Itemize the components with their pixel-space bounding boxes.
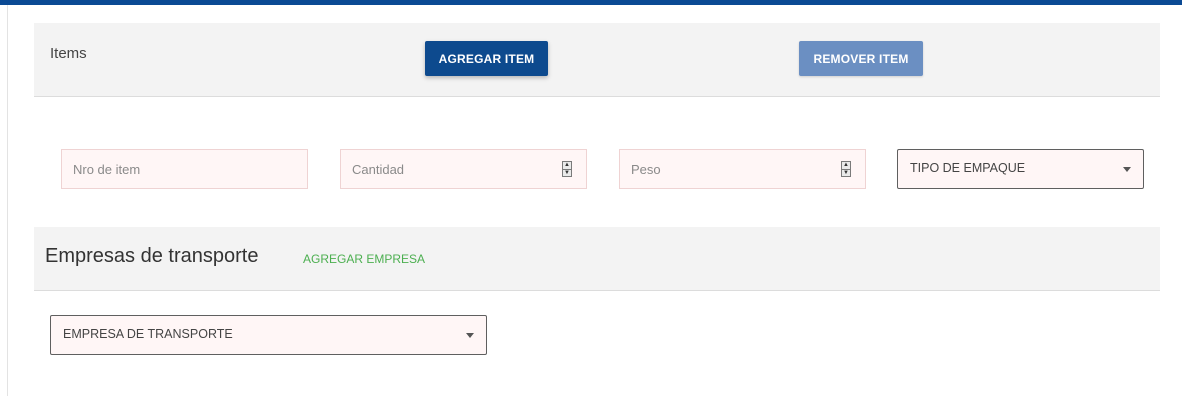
package-type-select[interactable]: TIPO DE EMPAQUE	[897, 149, 1144, 189]
remove-item-button[interactable]: REMOVER ITEM	[799, 41, 923, 76]
left-divider	[7, 5, 8, 396]
weight-stepper[interactable]: ▲ ▼	[841, 161, 851, 177]
top-accent-bar	[0, 0, 1182, 5]
add-item-button[interactable]: AGREGAR ITEM	[425, 41, 548, 76]
companies-title: Empresas de transporte	[45, 245, 259, 267]
stepper-down-icon[interactable]: ▼	[842, 169, 850, 177]
companies-section-header: Empresas de transporte AGREGAR EMPRESA	[34, 227, 1160, 291]
items-title: Items	[50, 45, 87, 62]
chevron-down-icon	[1123, 167, 1131, 172]
quantity-field[interactable]: Cantidad ▲ ▼	[340, 149, 587, 189]
stepper-up-icon[interactable]: ▲	[842, 162, 850, 169]
item-number-field[interactable]: Nro de item	[61, 149, 308, 189]
weight-placeholder: Peso	[631, 162, 661, 177]
stepper-down-icon[interactable]: ▼	[563, 169, 571, 177]
weight-field[interactable]: Peso ▲ ▼	[619, 149, 866, 189]
item-number-placeholder: Nro de item	[73, 162, 141, 177]
chevron-down-icon	[466, 333, 474, 338]
quantity-stepper[interactable]: ▲ ▼	[562, 161, 572, 177]
transport-company-select[interactable]: EMPRESA DE TRANSPORTE	[50, 315, 487, 355]
package-type-value: TIPO DE EMPAQUE	[910, 161, 1026, 175]
items-section-header: Items AGREGAR ITEM REMOVER ITEM	[34, 23, 1160, 97]
add-company-link[interactable]: AGREGAR EMPRESA	[303, 252, 425, 266]
stepper-up-icon[interactable]: ▲	[563, 162, 571, 169]
quantity-placeholder: Cantidad	[352, 162, 405, 177]
transport-company-value: EMPRESA DE TRANSPORTE	[63, 327, 233, 341]
